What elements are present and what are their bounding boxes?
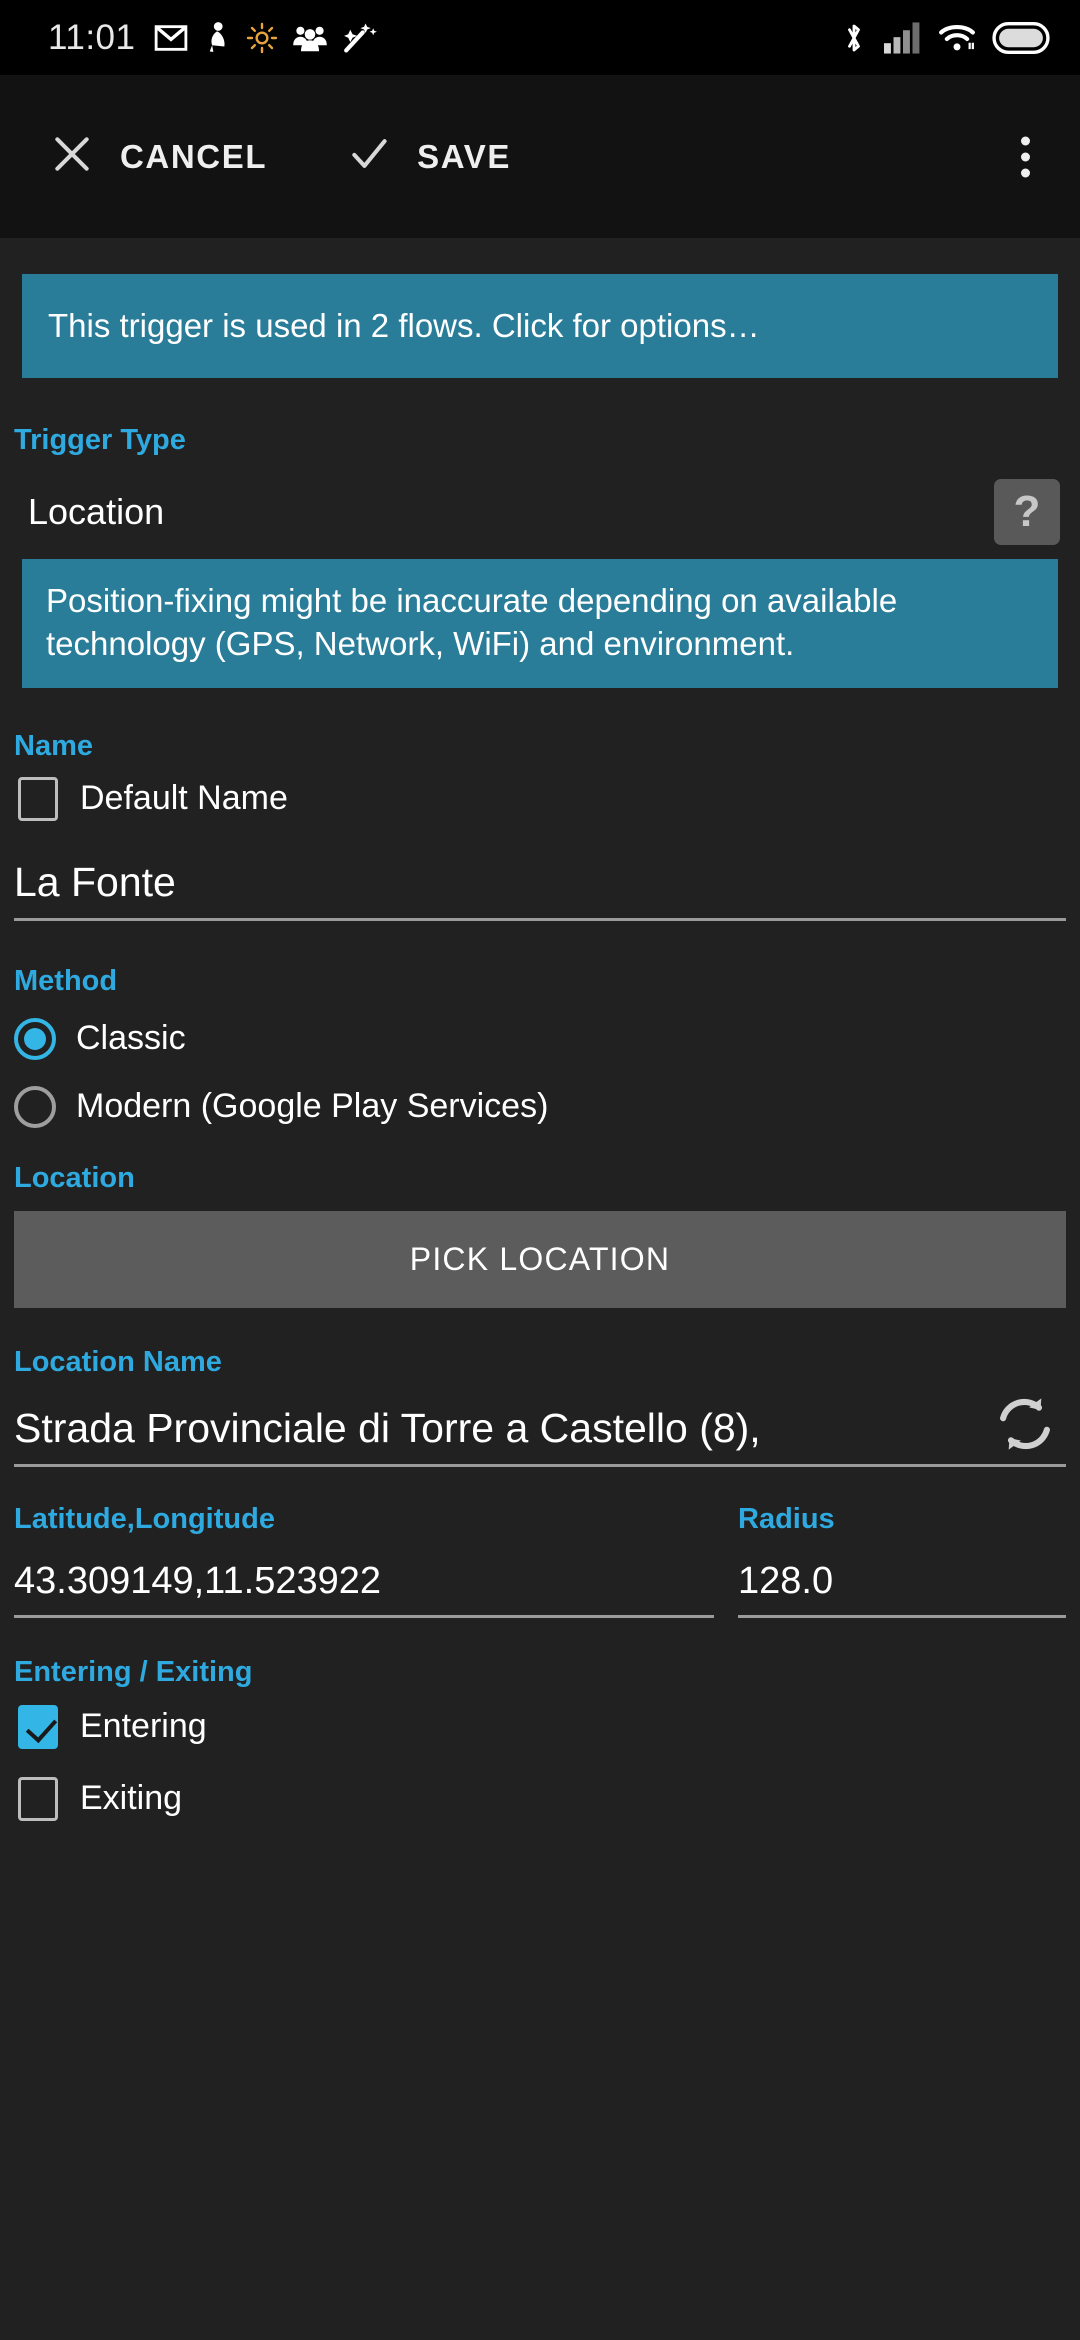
bluetooth-icon: [840, 20, 868, 56]
coordinates-field[interactable]: 43.309149,11.523922: [14, 1550, 714, 1618]
help-icon[interactable]: ?: [994, 478, 1060, 545]
trigger-config-form: This trigger is used in 2 flows. Click f…: [0, 274, 1080, 1821]
location-label: Location: [14, 1161, 135, 1194]
entering-checkbox-label: Entering: [80, 1707, 207, 1746]
status-bar-right: [840, 0, 1050, 75]
name-field[interactable]: La Fonte: [14, 849, 1066, 921]
battery-icon: [992, 21, 1050, 54]
exiting-checkbox-label: Exiting: [80, 1779, 183, 1818]
coordinates-radius-labels: Latitude,Longitude Radius: [0, 1503, 1080, 1536]
location-name-label: Location Name: [14, 1345, 222, 1378]
close-icon: [50, 132, 94, 181]
entering-checkbox-row[interactable]: Entering: [18, 1704, 1080, 1749]
name-field-value[interactable]: La Fonte: [14, 849, 1066, 910]
gmail-icon: [154, 21, 188, 55]
check-icon: [347, 132, 391, 181]
cancel-button-label: CANCEL: [120, 137, 268, 175]
entering-exiting-label: Entering / Exiting: [14, 1655, 253, 1688]
radius-value[interactable]: 128.0: [738, 1550, 1066, 1607]
method-option-classic-label: Classic: [76, 1019, 186, 1058]
default-name-checkbox-row[interactable]: Default Name: [18, 776, 1080, 821]
flows-usage-banner[interactable]: This trigger is used in 2 flows. Click f…: [22, 274, 1058, 378]
radius-field[interactable]: 128.0: [738, 1550, 1066, 1618]
person-activity-icon: [202, 21, 232, 55]
position-accuracy-banner: Position-fixing might be inaccurate depe…: [22, 558, 1058, 688]
save-button[interactable]: SAVE: [347, 132, 511, 181]
pick-location-button[interactable]: PICK LOCATION: [14, 1210, 1066, 1308]
brightness-icon: [246, 22, 278, 54]
wifi-icon: [938, 22, 976, 54]
exiting-checkbox-row[interactable]: Exiting: [18, 1776, 1080, 1821]
trigger-type-label: Trigger Type: [14, 423, 186, 456]
default-name-checkbox[interactable]: [18, 776, 58, 821]
name-label: Name: [14, 729, 93, 762]
default-name-checkbox-label: Default Name: [80, 779, 288, 818]
entering-checkbox[interactable]: [18, 1704, 58, 1749]
radius-label: Radius: [738, 1502, 835, 1535]
method-option-modern[interactable]: Modern (Google Play Services): [14, 1085, 1080, 1128]
trigger-type-row[interactable]: Location ?: [0, 478, 1080, 545]
coordinates-label: Latitude,Longitude: [14, 1502, 275, 1535]
save-button-label: SAVE: [417, 137, 511, 175]
method-label: Method: [14, 964, 118, 997]
status-bar-clock: 11:01: [48, 17, 136, 57]
cellular-signal-icon: [884, 21, 922, 54]
people-group-icon: [292, 22, 328, 54]
coordinates-value[interactable]: 43.309149,11.523922: [14, 1550, 714, 1607]
status-bar-left: 11:01: [48, 18, 378, 58]
exiting-checkbox[interactable]: [18, 1776, 58, 1821]
location-name-value[interactable]: Strada Provinciale di Torre a Castello (…: [14, 1395, 1066, 1456]
method-option-classic[interactable]: Classic: [14, 1017, 1080, 1060]
radio-modern-icon[interactable]: [14, 1085, 56, 1128]
status-bar: 11:01: [0, 0, 1080, 75]
trigger-type-value: Location: [28, 490, 165, 532]
location-name-field[interactable]: Strada Provinciale di Torre a Castello (…: [14, 1395, 1066, 1467]
refresh-icon[interactable]: [990, 1389, 1060, 1464]
magic-wand-icon: [342, 21, 378, 55]
coordinates-radius-fields: 43.309149,11.523922 128.0: [0, 1550, 1080, 1618]
radio-classic-icon[interactable]: [14, 1017, 56, 1060]
action-bar: CANCEL SAVE: [0, 75, 1080, 238]
overflow-menu-icon[interactable]: [1005, 122, 1046, 191]
method-option-modern-label: Modern (Google Play Services): [76, 1087, 549, 1126]
cancel-button[interactable]: CANCEL: [50, 132, 267, 181]
